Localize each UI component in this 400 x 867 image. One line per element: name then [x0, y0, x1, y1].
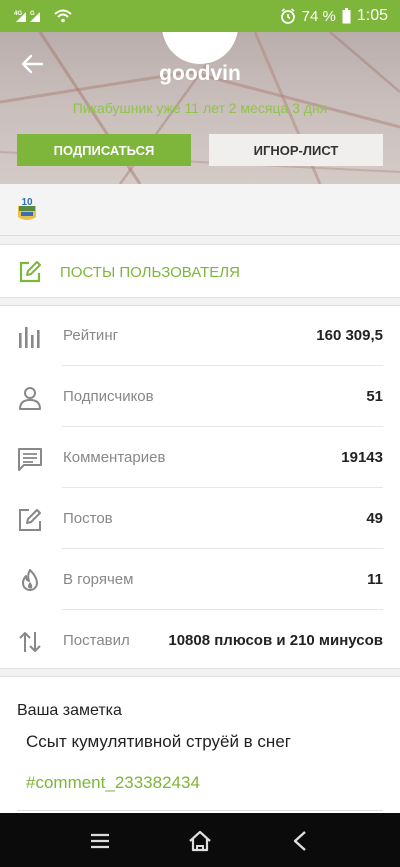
divider: [62, 548, 383, 549]
user-posts-label: ПОСТЫ ПОЛЬЗОВАТЕЛЯ: [60, 264, 240, 281]
stat-value: 11: [367, 571, 383, 588]
stat-label: Постов: [63, 510, 113, 527]
status-bar: 4G G 74 % 1:05: [0, 0, 400, 32]
note-comment-link[interactable]: #comment_233382434: [26, 773, 200, 793]
user-posts-link[interactable]: ПОСТЫ ПОЛЬЗОВАТЕЛЯ: [0, 244, 400, 298]
note-text[interactable]: Ссыт кумулятивной струёй в снег: [26, 732, 291, 752]
stat-value: 10808 плюсов и 210 минусов: [168, 632, 383, 649]
username: goodvin: [159, 62, 241, 85]
network-type-label: 4G: [14, 11, 22, 17]
system-navigation-bar: [0, 813, 400, 867]
bar-chart-icon: [19, 327, 40, 348]
stat-rating: Рейтинг 160 309,5: [0, 306, 400, 366]
divider: [17, 810, 383, 811]
stat-label: Поставил: [63, 632, 130, 649]
stat-subscribers[interactable]: Подписчиков 51: [0, 367, 400, 427]
stat-votes: Поставил 10808 плюсов и 210 минусов: [0, 611, 400, 671]
divider: [62, 365, 383, 366]
stat-posts[interactable]: Постов 49: [0, 489, 400, 549]
stat-value: 49: [366, 510, 383, 527]
network-type-label-2: G: [30, 11, 35, 17]
divider: [62, 609, 383, 610]
stat-value: 160 309,5: [316, 327, 383, 344]
edit-icon: [19, 509, 41, 531]
back-nav-button[interactable]: [286, 827, 314, 855]
subscribe-button[interactable]: ПОДПИСАТЬСЯ: [17, 134, 191, 166]
battery-percent: 74 %: [301, 7, 336, 25]
stat-value: 19143: [341, 449, 383, 466]
user-note-card: Ваша заметка Ссыт кумулятивной струёй в …: [0, 676, 400, 813]
status-right: 74 % 1:05: [280, 7, 388, 25]
member-since: Пикабушник уже 11 лет 2 месяца 3 дня: [72, 100, 328, 116]
profile-header: goodvin Пикабушник уже 11 лет 2 месяца 3…: [0, 32, 400, 184]
home-button[interactable]: [186, 827, 214, 855]
home-icon: [189, 830, 211, 852]
signal-icon: 4G G: [14, 11, 40, 22]
divider: [62, 426, 383, 427]
comment-icon: [18, 448, 42, 471]
stats-list: Рейтинг 160 309,5 Подписчиков 51 Коммент…: [0, 305, 400, 669]
stat-label: Комментариев: [63, 449, 166, 466]
ignore-list-button[interactable]: ИГНОР-ЛИСТ: [209, 134, 383, 166]
stat-label: Рейтинг: [63, 327, 119, 344]
chevron-left-icon: [293, 831, 306, 851]
clock: 1:05: [356, 7, 388, 24]
wifi-icon: [54, 9, 72, 23]
menu-icon: [91, 833, 109, 849]
stat-value: 51: [366, 388, 383, 405]
awards-row: 10: [0, 184, 400, 236]
up-down-arrows-icon: [19, 632, 41, 652]
stat-hot[interactable]: В горячем 11: [0, 550, 400, 610]
alarm-icon: [280, 8, 295, 24]
stat-label: В горячем: [63, 571, 134, 588]
flame-icon: [22, 569, 38, 591]
edit-icon: [19, 261, 41, 283]
award-badge-icon[interactable]: 10: [16, 196, 38, 222]
stat-label: Подписчиков: [63, 388, 154, 405]
status-left: 4G G: [14, 9, 72, 23]
badge-number: 10: [21, 197, 33, 208]
note-title: Ваша заметка: [17, 702, 122, 719]
battery-icon: [342, 8, 351, 24]
person-icon: [19, 387, 41, 410]
divider: [62, 487, 383, 488]
recent-apps-button[interactable]: [86, 827, 114, 855]
stat-comments[interactable]: Комментариев 19143: [0, 428, 400, 488]
